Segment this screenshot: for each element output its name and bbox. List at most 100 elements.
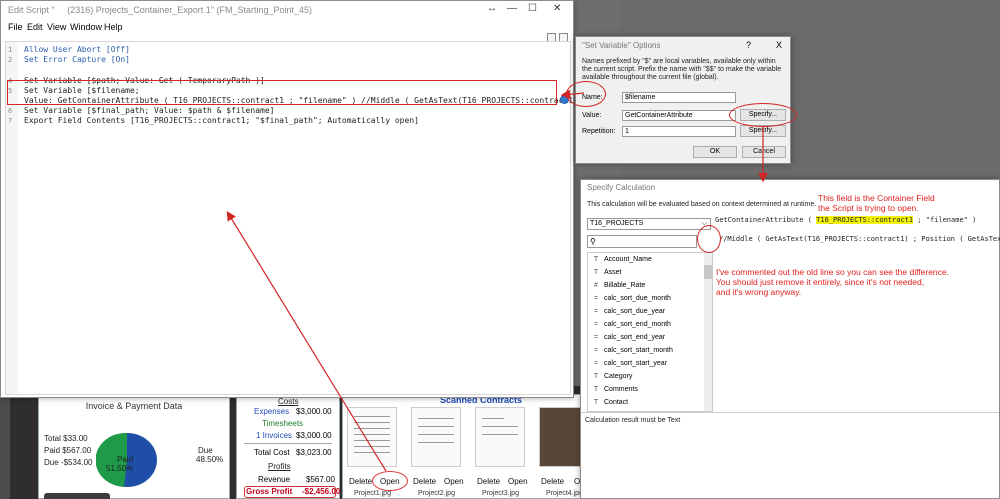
search-icon: ⚲: [590, 237, 596, 246]
commented-line: //Middle ( GetAsText(T16_PROJECTS::contr…: [719, 235, 1000, 243]
set-variable-description: Names prefixed by "$" are local variable…: [582, 58, 782, 81]
set-variable-title: "Set Variable" Options: [582, 41, 661, 50]
contract-thumbnail[interactable]: [475, 407, 525, 467]
invoices-value: $3,000.00: [296, 431, 332, 440]
field-item[interactable]: T Account_Name: [592, 256, 652, 263]
maximize-icon[interactable]: ☐: [528, 3, 537, 14]
field-item[interactable]: = calc_sort_due_year: [592, 308, 665, 315]
menu-file[interactable]: File: [8, 22, 23, 32]
profits-header: Profits: [268, 462, 291, 471]
total-cost-label: Total Cost: [254, 448, 290, 457]
specify-highlight-circle: [729, 103, 797, 127]
name-field[interactable]: $filename: [622, 92, 736, 103]
pie-due-label: Due: [198, 446, 213, 455]
calc-title: Specify Calculation: [587, 183, 656, 192]
value-field[interactable]: GetContainerAttribute: [622, 110, 736, 121]
calc-subtitle: This calculation will be evaluated based…: [587, 201, 817, 208]
expenses-label: Expenses: [254, 407, 290, 416]
script-line[interactable]: Allow User Abort [Off]: [24, 45, 130, 54]
line-number: 7: [8, 117, 13, 125]
value-label: Value:: [582, 112, 602, 119]
pie-paid-label: Paid: [117, 455, 134, 464]
annotation-comment-line-3: and it's wrong anyway.: [716, 287, 802, 297]
calc-result-type: Calculation result must be Text: [585, 417, 681, 424]
specify-calculation-dialog: Specify Calculation This calculation wil…: [580, 179, 1000, 499]
calculation-editor[interactable]: GetContainerAttribute ( T16_PROJECTS::co…: [713, 214, 1000, 412]
annotation-container-line-2: the Script is trying to open.: [818, 203, 919, 213]
annotation-comment-line-2: You should just remove it entirely, sinc…: [716, 277, 925, 287]
field-item[interactable]: T Comments: [592, 386, 638, 393]
menu-window[interactable]: Window: [70, 22, 102, 32]
contract-thumbnail[interactable]: [411, 407, 461, 467]
script-line[interactable]: Set Variable [$final_path; Value: $path …: [24, 106, 274, 115]
annotation-container-line-1: This field is the Container Field: [818, 193, 935, 203]
set-variable-dialog: "Set Variable" Options ? X Names prefixe…: [575, 36, 791, 164]
field-list-scrollbar[interactable]: [704, 253, 712, 411]
menu-help[interactable]: Help: [104, 22, 123, 32]
delete-button[interactable]: Delete: [413, 477, 436, 487]
pie-due-pct: 48.50%: [196, 455, 224, 464]
table-select[interactable]: T16_PROJECTS ⌵: [587, 218, 711, 230]
invoice-paid: Paid $567.00: [44, 446, 92, 455]
ok-button[interactable]: OK: [693, 146, 737, 158]
script-titlebar: Edit Script " (2316) Projects_Container_…: [1, 1, 573, 21]
move-icon[interactable]: ↔: [487, 3, 497, 14]
invoice-title: Invoice & Payment Data: [85, 401, 183, 411]
field-item[interactable]: T Category: [592, 373, 633, 380]
contract-thumbnail[interactable]: [347, 407, 397, 467]
delete-button[interactable]: Delete: [541, 477, 564, 487]
script-line[interactable]: Export Field Contents [T16_PROJECTS::con…: [24, 116, 419, 125]
field-list[interactable]: T Account_Name T Asset # Billable_Rate = cal…: [587, 252, 713, 412]
cancel-button[interactable]: Cancel: [742, 146, 786, 158]
edit-script-window: Edit Script " (2316) Projects_Container_…: [0, 0, 645, 398]
pie-paid-pct: 51.50%: [106, 464, 134, 473]
thumbnail-filename: Project4.jpg: [546, 490, 583, 497]
revenue-value: $567.00: [306, 475, 335, 484]
script-menubar: File Edit View Window Help: [1, 21, 573, 35]
minimize-icon[interactable]: —: [507, 3, 517, 14]
gross-profit-frame: [244, 486, 336, 498]
script-line[interactable]: Set Error Capture [On]: [24, 55, 130, 64]
delete-button[interactable]: Delete: [349, 477, 372, 487]
line-number: 6: [8, 107, 13, 115]
timesheets-label: Timesheets: [262, 419, 304, 428]
line-number: 2: [8, 56, 13, 64]
field-item[interactable]: = calc_sort_end_month: [592, 321, 671, 328]
close-icon[interactable]: X: [776, 40, 782, 50]
delete-button[interactable]: Delete: [477, 477, 500, 487]
help-icon[interactable]: ?: [746, 40, 751, 50]
field-search-input[interactable]: ⚲: [587, 235, 697, 248]
field-item[interactable]: T Contact: [592, 399, 628, 406]
script-window-title: Edit Script " (2316) Projects_Container_…: [8, 5, 313, 15]
thumbnail-filename: Project3.jpg: [482, 490, 519, 497]
thumbnail-filename: Project1.jpg: [354, 490, 391, 497]
total-cost-value: $3,023.00: [296, 448, 332, 457]
open-button[interactable]: Open: [444, 477, 464, 487]
expenses-value: $3,000.00: [296, 407, 332, 416]
open-button-highlight: [372, 471, 408, 491]
field-item[interactable]: T Asset: [592, 269, 622, 276]
close-icon[interactable]: ✕: [553, 3, 561, 14]
field-item[interactable]: = calc_sort_due_month: [592, 295, 671, 302]
thumbnail-filename: Project2.jpg: [418, 490, 455, 497]
open-button[interactable]: Open: [508, 477, 528, 487]
field-item[interactable]: # Billable_Rate: [592, 282, 645, 289]
container-field-reference: T16_PROJECTS::contract1: [816, 216, 914, 224]
invoices-label: 1 Invoices: [256, 431, 293, 440]
menu-edit[interactable]: Edit: [27, 22, 43, 32]
name-highlight-circle: [566, 81, 606, 107]
field-item[interactable]: = calc_sort_end_year: [592, 334, 665, 341]
repetition-field[interactable]: 1: [622, 126, 736, 137]
invoice-button[interactable]: [44, 493, 110, 499]
field-item[interactable]: = calc_sort_start_month: [592, 347, 673, 354]
comment-highlight-circle: [697, 225, 721, 253]
line-number: 1: [8, 46, 13, 54]
menu-view[interactable]: View: [47, 22, 66, 32]
invoice-total: Total $33.00: [44, 434, 88, 443]
set-variable-highlight: [7, 80, 557, 105]
revenue-label: Revenue: [258, 475, 291, 484]
field-item[interactable]: = calc_sort_start_year: [592, 360, 667, 367]
costs-header: Costs: [278, 397, 299, 406]
invoice-due: Due -$534.00: [44, 458, 93, 467]
repetition-label: Repetition:: [582, 128, 616, 135]
